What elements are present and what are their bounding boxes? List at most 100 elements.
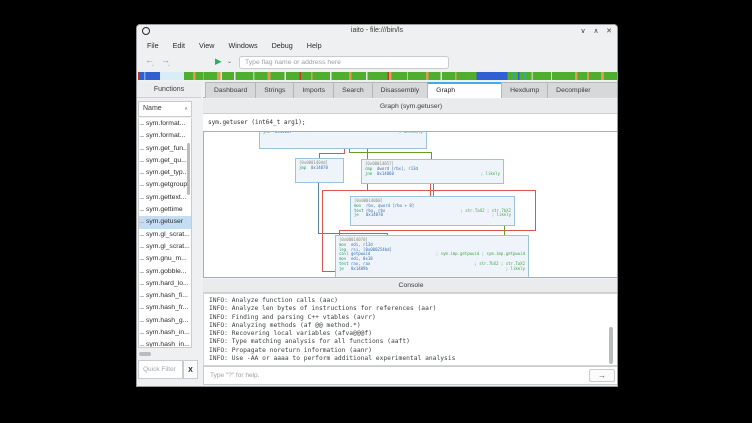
console-vertical-scrollbar[interactable]	[609, 327, 613, 364]
tab-graph-sym-getuser-[interactable]: Graph (sym.getuser)	[427, 82, 502, 98]
mnemonic: jmp	[299, 166, 311, 171]
tab-decompiler-empty-[interactable]: Decompiler (Empty)	[547, 82, 618, 98]
minimize-icon[interactable]: ∨	[577, 26, 589, 37]
quick-filter-input[interactable]	[138, 360, 183, 379]
function-list-item[interactable]: sym.gettime	[139, 204, 191, 216]
function-list-item[interactable]: sym.hash_fr...	[139, 302, 191, 314]
function-list-item[interactable]: sym.gl_scrat...	[139, 241, 191, 253]
maximize-icon[interactable]: ∧	[590, 26, 602, 37]
window-title: iaito - file:///bin/ls	[137, 27, 617, 34]
graph-edge	[504, 226, 505, 235]
console-dock-title[interactable]: Console	[203, 279, 618, 293]
function-list-item[interactable]: sym.format...	[139, 118, 191, 130]
r2-command-input[interactable]	[204, 367, 584, 384]
function-list-item[interactable]: sym.get_fun...	[139, 143, 191, 155]
function-list-item[interactable]: sym.gobble...	[139, 266, 191, 278]
function-list-item[interactable]: sym.getgroup	[139, 179, 191, 191]
function-list-item[interactable]: sym.gl_scrat...	[139, 229, 191, 241]
comment: ; unlikely	[393, 131, 423, 135]
sort-ascending-icon: ∧	[184, 102, 188, 116]
function-list-item[interactable]: sym.gnu_m...	[139, 253, 191, 265]
functions-name-column-header[interactable]: Name ∧	[138, 101, 192, 117]
operands: 0x1409b	[351, 267, 368, 272]
tab-strings[interactable]: Strings	[255, 82, 294, 98]
comment: ; likely	[475, 172, 500, 177]
function-list-item[interactable]: sym.get_typ...	[139, 167, 191, 179]
disasm-line: jmp0x14070	[299, 166, 340, 171]
comment: ; sym.imp.getpwuid ; sym.imp.getpwuid	[430, 252, 525, 257]
close-icon[interactable]: ✕	[603, 26, 615, 37]
graph-edge	[318, 233, 388, 234]
graph-dock-title[interactable]: Graph (sym.getuser)	[203, 99, 618, 114]
tab-search[interactable]: Search	[333, 82, 373, 98]
memory-map-bar[interactable]	[138, 72, 618, 80]
desktop-background: iaito - file:///bin/ls ∨ ∧ ✕ FileEditVie…	[0, 0, 752, 423]
graph-edge	[535, 190, 536, 230]
command-send-button[interactable]: →	[589, 369, 615, 382]
console-log-line: INFO: Analyzing methods (af @@ method.*)	[209, 322, 618, 330]
graph-basic-block[interactable]: testrbx, rbx; str.7bX2 ; str.TaX2jne0x14…	[259, 131, 427, 149]
play-caret-icon[interactable]: ⌄	[227, 58, 232, 65]
menu-item-help[interactable]: Help	[300, 39, 329, 53]
function-list-item[interactable]: sym.hash_g...	[139, 315, 191, 327]
graph-basic-block[interactable]: [0x00014060]movrbx, qword [rbx + 8]testr…	[350, 196, 515, 226]
operands: 0x14070	[311, 166, 328, 171]
graph-edge	[318, 183, 319, 233]
console-log-line: INFO: Propagate noreturn information (aa…	[209, 347, 618, 355]
mnemonic: je	[354, 213, 366, 218]
function-list-item[interactable]: sym.hard_lo...	[139, 278, 191, 290]
function-list-item[interactable]: sym.gettext...	[139, 192, 191, 204]
graph-edge	[339, 230, 536, 231]
function-list-item[interactable]: sym.getuser	[139, 216, 191, 228]
mnemonic: jne	[365, 172, 377, 177]
menu-item-windows[interactable]: Windows	[221, 39, 264, 53]
title-bar[interactable]: iaito - file:///bin/ls ∨ ∧ ✕	[137, 25, 617, 39]
function-list-item[interactable]: sym.hash_fi...	[139, 290, 191, 302]
mnemonic: je	[339, 267, 351, 272]
function-list-item[interactable]: sym.hash_in...	[139, 339, 191, 348]
graph-signature-strip: sym.getuser (int64_t arg1);	[203, 114, 618, 131]
functions-vertical-scrollbar[interactable]	[187, 143, 190, 195]
comment: ; likely	[500, 267, 525, 272]
functions-horizontal-scrollbar[interactable]	[139, 352, 151, 356]
quick-filter-close-button[interactable]: X	[183, 360, 198, 379]
graph-canvas[interactable]: testrbx, rbx; str.7bX2 ; str.TaX2jne0x14…	[203, 131, 618, 278]
function-list-item[interactable]: sym.get_qu...	[139, 155, 191, 167]
menu-item-edit[interactable]: Edit	[166, 39, 192, 53]
mnemonic: jne	[263, 131, 275, 135]
console-log-line: INFO: Analyze function calls (aac)	[209, 297, 618, 305]
flag-search-input[interactable]	[239, 56, 449, 69]
disasm-line: jne0x14057; unlikely	[263, 131, 423, 135]
tab-disassembly[interactable]: Disassembly	[372, 82, 429, 98]
tab-bar: DashboardStringsImportsSearchDisassembly…	[203, 82, 618, 98]
iaito-window: iaito - file:///bin/ls ∨ ∧ ✕ FileEditVie…	[136, 24, 618, 387]
menu-item-debug[interactable]: Debug	[265, 39, 300, 53]
console-log-line: INFO: Finding and parsing C++ vtables (a…	[209, 314, 618, 322]
tab-hexdump[interactable]: Hexdump	[501, 82, 548, 98]
graph-edge	[433, 184, 434, 196]
analyze-play-icon[interactable]: ▶	[215, 56, 222, 67]
tab-dashboard[interactable]: Dashboard	[205, 82, 256, 98]
graph-basic-block[interactable]: [0x0001404d]jmp0x14070	[295, 158, 344, 183]
operands: 0x14070	[366, 213, 383, 218]
back-caret-icon[interactable]: ⌄	[151, 62, 154, 67]
forward-caret-icon[interactable]: ⌄	[167, 62, 170, 67]
menu-item-file[interactable]: File	[140, 39, 166, 53]
console-log-line: INFO: Use -AA or aaaa to perform additio…	[209, 355, 618, 363]
function-list-item[interactable]: sym.hash_in...	[139, 327, 191, 339]
tab-imports[interactable]: Imports	[293, 82, 334, 98]
console-log-line: INFO: Type matching analysis for all fun…	[209, 338, 618, 346]
console-log-line: INFO: Analyze len bytes of instructions …	[209, 305, 618, 313]
disasm-line: jne0x14060; likely	[365, 172, 500, 177]
graph-edge	[319, 153, 345, 154]
functions-list: sym.format...sym.format...sym.get_fun...…	[138, 118, 192, 348]
functions-dock-title[interactable]: Functions	[137, 82, 201, 98]
graph-basic-block[interactable]: [0x00014057]cmpdword [rbx], r13djne0x140…	[361, 159, 504, 184]
disasm-line: je0x14070; likely	[354, 213, 511, 218]
function-list-item[interactable]: sym.format...	[139, 130, 191, 142]
graph-basic-block[interactable]: [0x00014070]movedi, r13dlearsi, [0x00025…	[335, 235, 529, 278]
console-output[interactable]: INFO: Analyze function calls (aac)INFO: …	[203, 293, 618, 366]
toolbar: ← ⌄ → ⌄ ▶ ⌄	[137, 53, 617, 72]
menu-item-view[interactable]: View	[192, 39, 221, 53]
console-log-line: INFO: Recovering local variables (afva@@…	[209, 330, 618, 338]
